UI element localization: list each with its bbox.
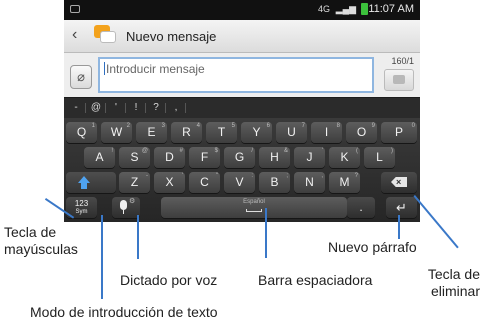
period-key[interactable]: . — [347, 197, 375, 218]
keyboard: Q1 W2 E3 R4 T5 Y6 U7 I8 O9 P0 A! S @ D # F… — [64, 118, 420, 222]
notification-icon — [70, 5, 80, 13]
symbol-key[interactable]: ' — [108, 101, 126, 115]
key-l[interactable]: L) — [364, 147, 395, 168]
network-type-icon: 4G — [317, 4, 330, 14]
callout-input-mode: Modo de introducción de texto — [30, 304, 218, 320]
signal-icon: ▂▄▆ — [335, 4, 356, 14]
back-arrow-icon[interactable]: ‹ — [72, 26, 77, 44]
attach-button[interactable]: ⌀ — [70, 65, 92, 89]
callout-voice-input: Dictado por voz — [120, 272, 218, 288]
callout-line-enter — [398, 215, 400, 239]
key-h[interactable]: H & — [259, 147, 290, 168]
key-z[interactable]: Z- — [119, 172, 150, 193]
shift-key[interactable] — [66, 172, 116, 193]
key-g[interactable]: G / — [224, 147, 255, 168]
battery-icon — [361, 3, 368, 15]
symbol-key[interactable]: ! — [128, 101, 146, 115]
key-m[interactable]: M? — [329, 172, 360, 193]
message-placeholder: Introducir mensaje — [106, 62, 205, 76]
voice-input-key[interactable]: ⚙ — [112, 197, 140, 218]
symbol-key[interactable]: - — [68, 101, 86, 115]
space-icon — [246, 209, 262, 212]
key-e[interactable]: E3 — [136, 122, 167, 143]
enter-key[interactable]: ↵ — [386, 197, 417, 218]
symbol-key[interactable]: @ — [88, 101, 106, 115]
space-bar[interactable]: Español — [161, 197, 347, 218]
key-c[interactable]: C " — [189, 172, 220, 193]
key-y[interactable]: Y6 — [241, 122, 272, 143]
page-title: Nuevo mensaje — [126, 29, 217, 44]
key-r[interactable]: R4 — [171, 122, 202, 143]
text-cursor — [104, 62, 105, 75]
phone-screen: 4G ▂▄▆ 11:07 AM ‹ Nuevo mensaje ⌀ Introd… — [64, 0, 420, 222]
shift-arrow-icon — [78, 176, 90, 183]
callout-shift-key: Tecla de mayúsculas — [4, 224, 78, 257]
key-a[interactable]: A! — [84, 147, 115, 168]
char-counter: 160/1 — [391, 56, 414, 66]
key-d[interactable]: D # — [154, 147, 185, 168]
status-time: 11:07 AM — [368, 3, 414, 15]
key-k[interactable]: K( — [329, 147, 360, 168]
key-v[interactable]: V: — [224, 172, 255, 193]
callout-line-space — [265, 208, 267, 258]
symbol-row: - @ ' ! ? , — [64, 98, 420, 118]
callout-delete-key: Tecla de eliminar — [427, 266, 480, 299]
callout-line-input-mode — [101, 215, 103, 299]
enter-icon: ↵ — [396, 200, 407, 215]
callout-new-paragraph: Nuevo párrafo — [328, 239, 417, 255]
compose-area: ⌀ Introducir mensaje 160/1 — [64, 53, 420, 97]
key-o[interactable]: O9 — [346, 122, 377, 143]
key-x[interactable]: X ' — [154, 172, 185, 193]
status-bar: 4G ▂▄▆ 11:07 AM — [64, 0, 420, 20]
symbol-key[interactable]: ? — [148, 101, 166, 115]
key-p[interactable]: P0 — [381, 122, 417, 143]
send-button[interactable] — [384, 69, 414, 91]
key-q[interactable]: Q1 — [66, 122, 97, 143]
key-u[interactable]: U7 — [276, 122, 307, 143]
key-n[interactable]: N, — [294, 172, 325, 193]
delete-key[interactable]: × — [381, 172, 417, 193]
key-t[interactable]: T5 — [206, 122, 237, 143]
key-i[interactable]: I8 — [311, 122, 342, 143]
messaging-app-icon — [94, 25, 116, 45]
message-input[interactable]: Introducir mensaje — [98, 57, 374, 93]
settings-gear-icon: ⚙ — [129, 198, 136, 205]
callout-line-delete — [413, 195, 459, 249]
key-w[interactable]: W2 — [101, 122, 132, 143]
microphone-icon — [120, 200, 127, 210]
key-f[interactable]: F $ — [189, 147, 220, 168]
callout-space-bar: Barra espaciadora — [258, 272, 373, 288]
callout-line-voice — [137, 215, 139, 259]
title-bar: ‹ Nuevo mensaje — [64, 20, 420, 53]
key-b[interactable]: B; — [259, 172, 290, 193]
key-j[interactable]: J ' — [294, 147, 325, 168]
symbol-key[interactable]: , — [168, 101, 186, 115]
key-s[interactable]: S @ — [119, 147, 150, 168]
paperclip-icon: ⌀ — [77, 69, 85, 84]
